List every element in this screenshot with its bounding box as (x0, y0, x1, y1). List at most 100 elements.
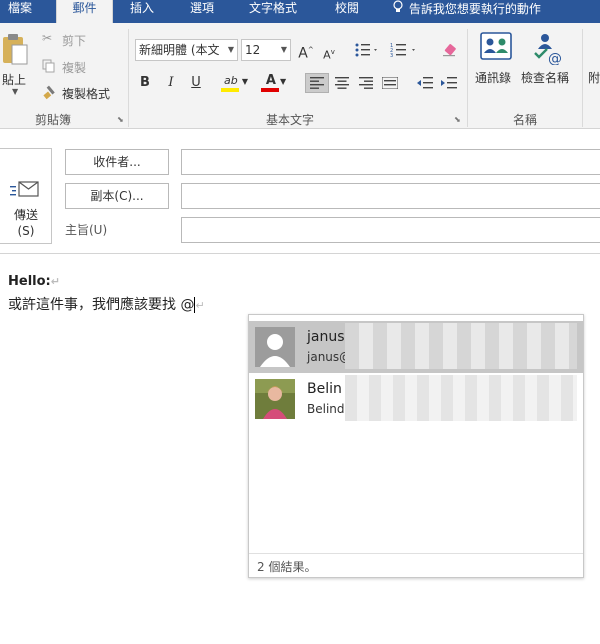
group-divider (467, 29, 468, 127)
tab-format-text[interactable]: 文字格式 (249, 0, 297, 23)
tab-insert[interactable]: 插入 (130, 0, 154, 23)
subject-field[interactable] (181, 217, 600, 243)
address-book-label: 通訊錄 (475, 71, 512, 85)
shrink-font-label: A (323, 48, 331, 62)
basic-text-launcher-icon[interactable]: ⬊ (454, 115, 461, 124)
justify-icon (381, 76, 399, 90)
copy-button[interactable]: 複製 (42, 58, 102, 76)
suggestion-name: janus (307, 329, 345, 345)
font-name-value: 新細明體 (本文 (139, 43, 220, 57)
shrink-font-button[interactable]: Av (322, 42, 336, 62)
highlight-button[interactable]: ab ▼ (218, 71, 254, 92)
contact-photo (255, 379, 295, 419)
chevron-down-icon: ▼ (227, 45, 234, 54)
address-book-icon (480, 32, 512, 60)
ribbon-tab-bar: 檔案 郵件 插入 選項 文字格式 校閱 告訴我您想要執行的動作 (0, 0, 600, 23)
scissors-icon: ✂ (42, 31, 53, 45)
outdent-icon (417, 77, 433, 89)
grow-font-button[interactable]: A^ (298, 40, 314, 62)
align-left-button[interactable] (305, 73, 329, 93)
attach-label-partial[interactable]: 附 (588, 69, 600, 86)
suggestion-item[interactable]: Belin Belind (249, 373, 583, 425)
tell-me-box[interactable]: 告訴我您想要執行的動作 (393, 0, 541, 16)
bullet-list-icon (355, 43, 377, 57)
suggestion-item[interactable]: janus janus@ (249, 321, 583, 373)
lightbulb-icon (393, 0, 405, 17)
to-field[interactable] (181, 149, 600, 175)
address-book-button[interactable]: 通訊錄 (473, 31, 519, 91)
align-center-icon (335, 77, 349, 89)
clipboard-group-label: 剪貼簿 (34, 113, 71, 127)
to-button[interactable]: 收件者... (65, 149, 169, 175)
font-size-combo[interactable]: 12 ▼ (241, 39, 291, 61)
indent-icon (441, 77, 457, 89)
send-shortcut: (S) (17, 224, 35, 238)
align-right-icon (359, 77, 373, 89)
chevron-down-icon: ▼ (280, 45, 287, 54)
ribbon: 貼上 ▼ ✂ 剪下 複製 複製格式 剪貼簿 ⬊ 新細明體 (本文 ▼ 12 ▼ … (0, 23, 600, 129)
bullets-button[interactable] (354, 40, 380, 60)
header-divider (0, 253, 600, 254)
tell-me-text: 告訴我您想要執行的動作 (408, 2, 541, 16)
paintbrush-icon (43, 85, 55, 100)
subject-label: 主旨(U) (65, 223, 108, 237)
avatar (255, 379, 295, 419)
format-painter-label: 複製格式 (62, 87, 111, 101)
format-painter-button[interactable]: 複製格式 (42, 84, 122, 102)
redacted-region (345, 375, 577, 421)
bold-button[interactable]: B (136, 73, 154, 93)
basic-text-group-label: 基本文字 (265, 113, 314, 127)
font-color-button[interactable]: A ▼ (258, 71, 294, 92)
underline-button[interactable]: U (187, 73, 205, 93)
font-size-value: 12 (245, 43, 261, 57)
clear-formatting-button[interactable] (440, 40, 460, 60)
results-count: 2 個結果。 (257, 560, 317, 574)
popup-divider (249, 553, 583, 554)
italic-button[interactable]: I (162, 73, 180, 93)
cc-button[interactable]: 副本(C)... (65, 183, 169, 209)
group-divider (582, 29, 583, 127)
increase-indent-button[interactable] (438, 73, 460, 93)
font-color-icon: A (265, 73, 276, 88)
check-names-button[interactable]: @ 檢查名稱 (520, 31, 576, 91)
paste-icon (3, 34, 28, 65)
align-center-button[interactable] (331, 73, 353, 93)
body-text: Hello: (8, 274, 51, 289)
check-names-label: 檢查名稱 (521, 71, 570, 85)
paste-dropdown-icon[interactable]: ▼ (12, 87, 18, 96)
cc-field[interactable] (181, 183, 600, 209)
body-text: 或許這件事，我們應該要找 @ (8, 297, 195, 313)
highlighter-icon: ab (223, 74, 238, 87)
tab-review[interactable]: 校閱 (335, 0, 359, 23)
names-group-label: 名稱 (512, 113, 537, 127)
justify-button[interactable] (379, 73, 401, 93)
copy-icon (42, 59, 55, 73)
font-name-combo[interactable]: 新細明體 (本文 ▼ (135, 39, 238, 61)
group-divider (128, 29, 129, 127)
mention-suggestion-list: janus janus@ Belin Belind 2 個結果。 (248, 314, 584, 578)
paragraph-mark-icon: ↵ (195, 299, 205, 312)
align-right-button[interactable] (355, 73, 377, 93)
svg-text:3: 3 (390, 53, 393, 58)
tab-file[interactable]: 檔案 (8, 0, 32, 23)
body-line: 或許這件事，我們應該要找 @↵ (8, 295, 205, 316)
send-label: 傳送 (S) (0, 207, 52, 239)
cut-button[interactable]: ✂ 剪下 (42, 31, 102, 49)
send-icon (10, 181, 39, 197)
decrease-indent-button[interactable] (414, 73, 436, 93)
cut-label: 剪下 (62, 34, 87, 48)
suggestion-email: Belind (307, 402, 345, 416)
tab-options[interactable]: 選項 (190, 0, 214, 23)
send-button[interactable]: 傳送 (S) (0, 148, 52, 244)
suggestion-name: Belin (307, 381, 342, 397)
tab-message[interactable]: 郵件 (56, 0, 113, 23)
numbering-button[interactable]: 123 (390, 40, 420, 60)
person-placeholder-icon (255, 327, 295, 367)
copy-label: 複製 (62, 61, 87, 75)
align-left-icon (310, 77, 324, 89)
numbered-list-icon: 123 (390, 43, 415, 59)
paste-button[interactable]: 貼上 ▼ (0, 31, 32, 101)
paste-label: 貼上 (2, 73, 27, 87)
svg-text:@: @ (548, 51, 562, 65)
clipboard-launcher-icon[interactable]: ⬊ (117, 115, 124, 124)
